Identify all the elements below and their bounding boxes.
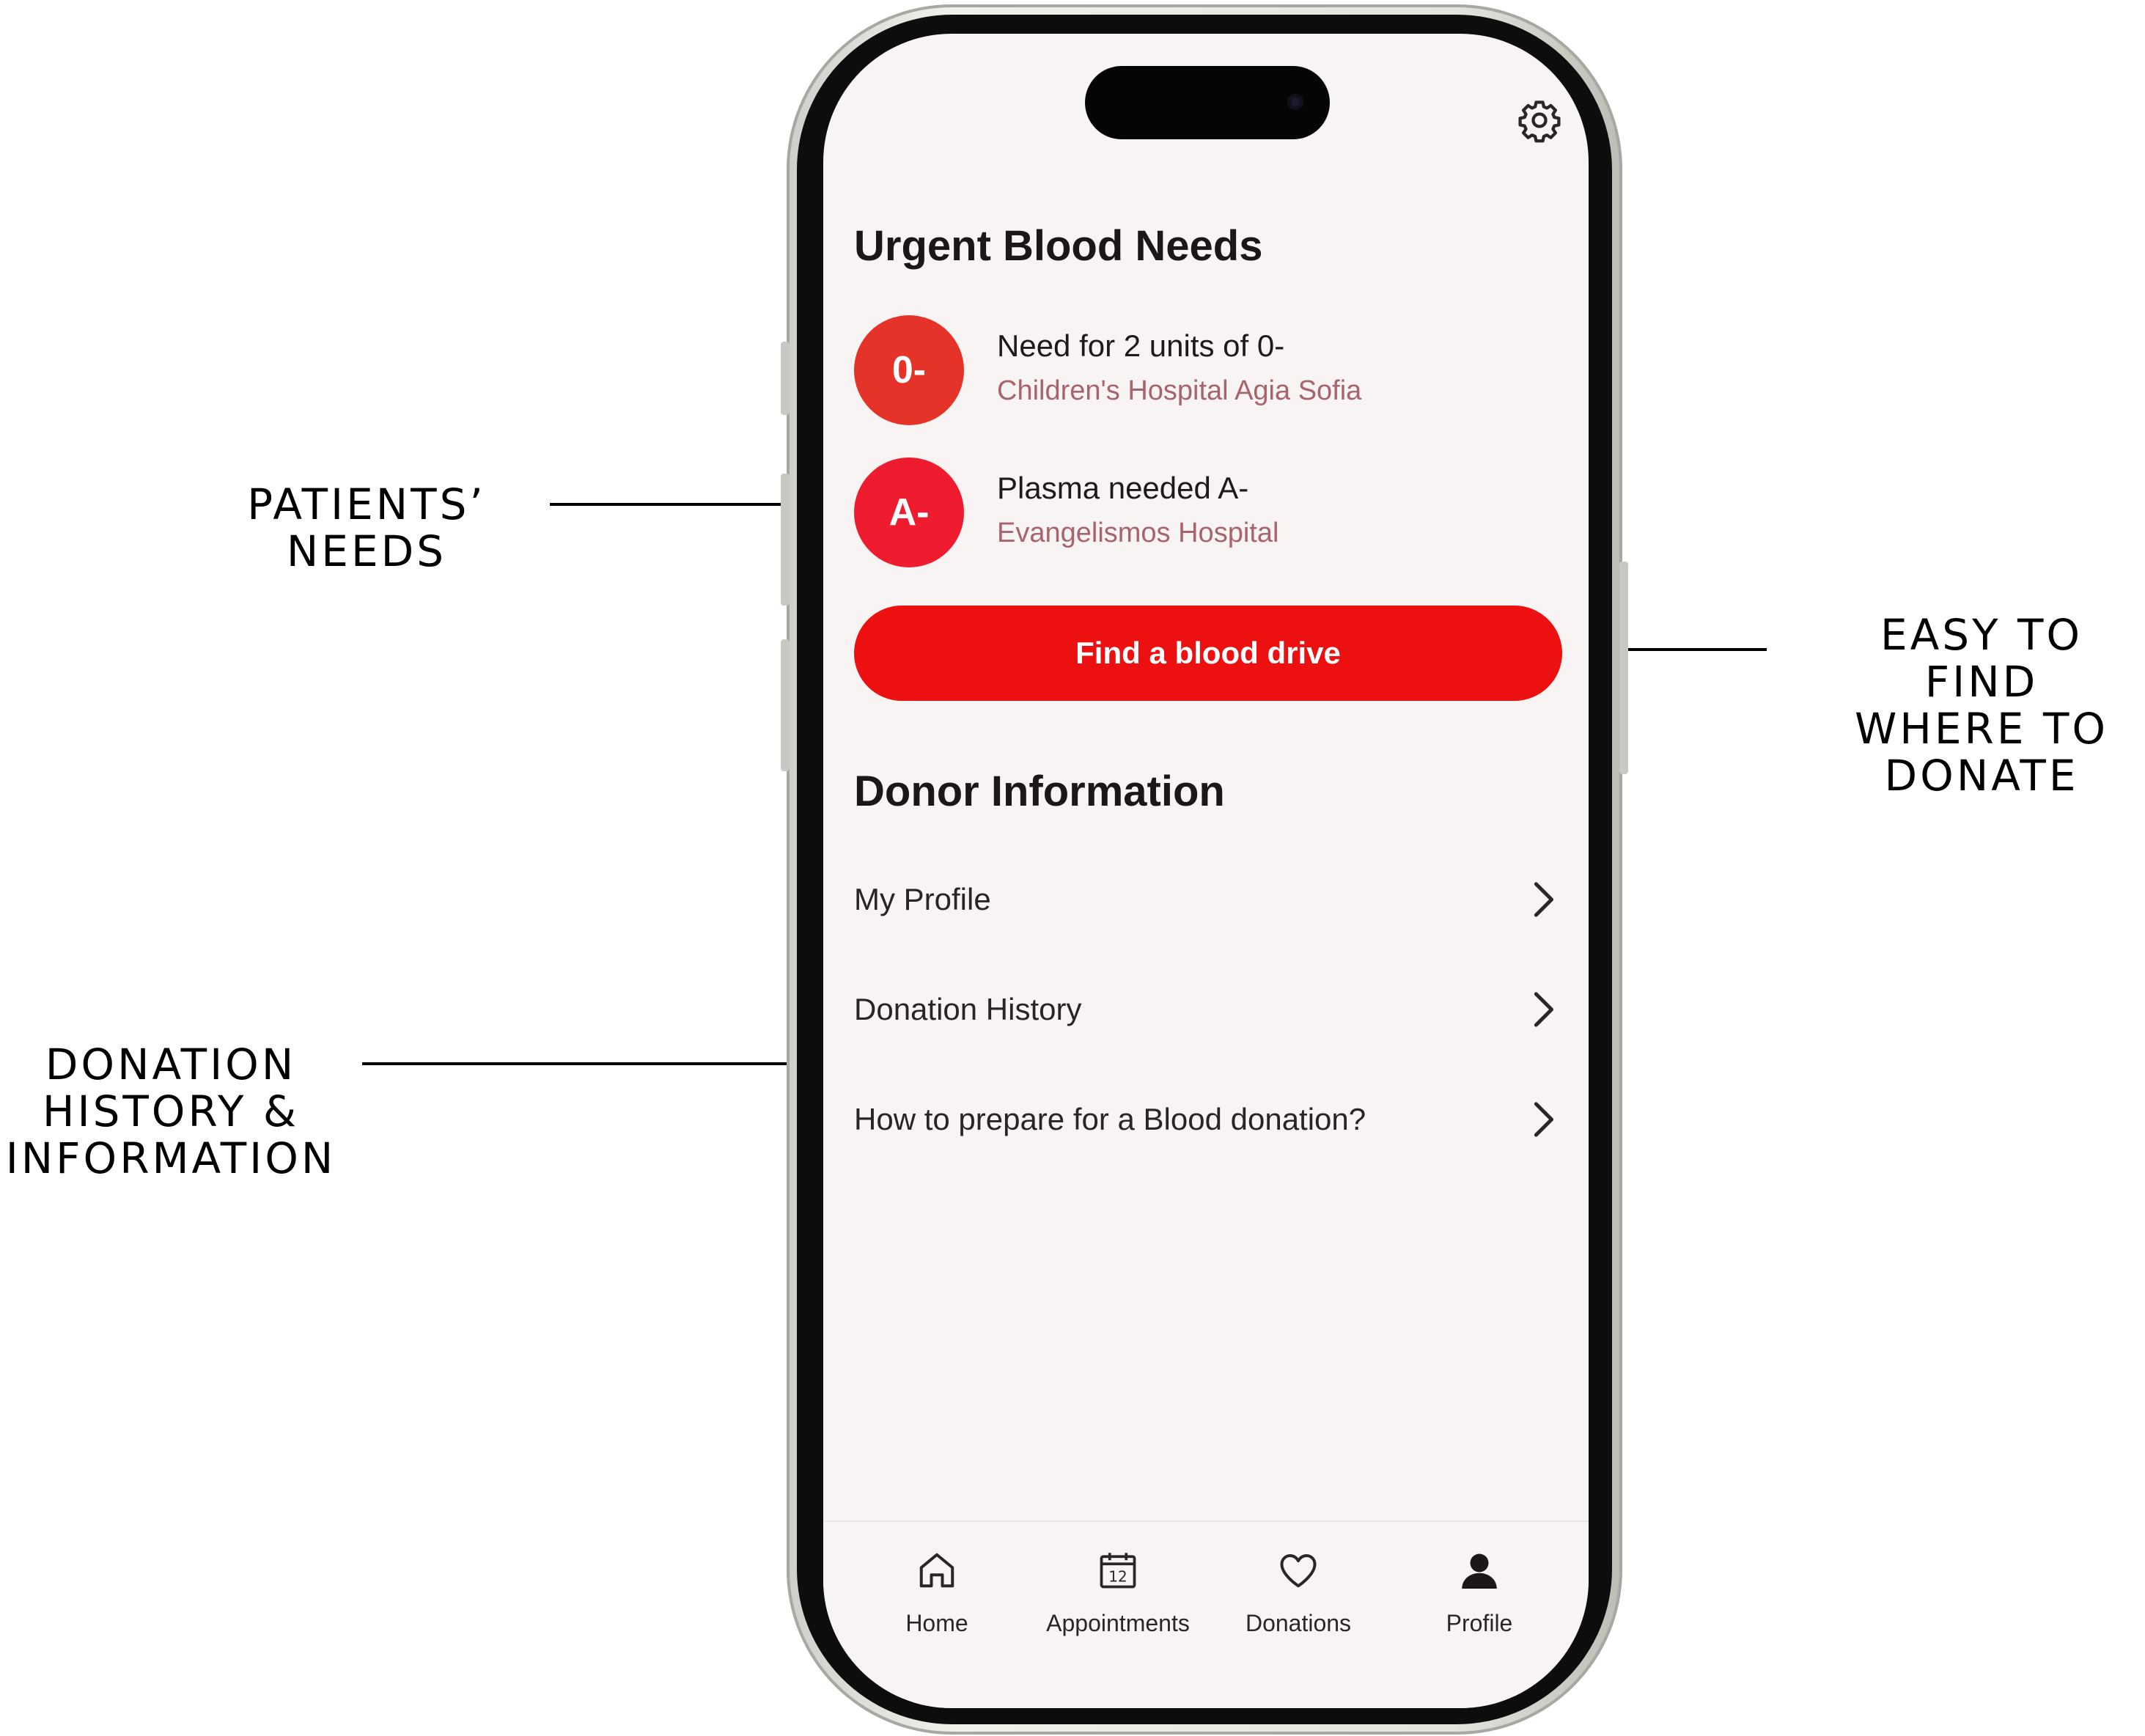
person-icon — [1462, 1553, 1497, 1589]
callout-easy-to-find: EASY TO FIND WHERE TO DONATE — [1818, 611, 2145, 799]
tab-label: Home — [905, 1610, 968, 1636]
callout-line-1: EASY TO FIND — [1880, 610, 2083, 707]
callout-donation-history: DONATION HISTORY & INFORMATION — [0, 1041, 342, 1182]
list-item-label: My Profile — [854, 882, 991, 916]
tab-bar: Home 12 Appointments Donations Profile — [823, 1520, 1589, 1708]
volume-up-button — [781, 474, 790, 606]
tab-home[interactable]: Home — [856, 1522, 1018, 1669]
callout-line-2: WHERE TO — [1854, 704, 2109, 754]
callout-line-2: HISTORY & — [42, 1086, 300, 1136]
blood-type-badge: 0- — [854, 315, 964, 425]
need-title: Plasma needed A- — [997, 471, 1249, 505]
callout-line-1: PATIENTS’ — [247, 479, 486, 529]
need-location: Evangelismos Hospital — [997, 518, 1279, 548]
chevron-right-icon — [1534, 882, 1554, 917]
callout-line-1: DONATION — [45, 1040, 297, 1089]
calendar-day: 12 — [1108, 1568, 1127, 1586]
list-item-prepare-donation[interactable]: How to prepare for a Blood donation? — [854, 1086, 1558, 1152]
need-title: Need for 2 units of 0- — [997, 328, 1285, 363]
tab-label: Donations — [1245, 1610, 1352, 1636]
action-button — [781, 342, 790, 415]
chevron-right-icon — [1534, 1102, 1554, 1137]
tab-appointments[interactable]: 12 Appointments — [1037, 1522, 1199, 1669]
blood-type-badge: A- — [854, 457, 964, 567]
tab-label: Profile — [1446, 1610, 1513, 1636]
list-item-donation-history[interactable]: Donation History — [854, 976, 1558, 1042]
chevron-right-icon — [1534, 992, 1554, 1027]
list-item-label: Donation History — [854, 992, 1082, 1026]
volume-down-button — [781, 639, 790, 771]
callout-patients-needs: PATIENTS’ NEEDS — [235, 481, 498, 575]
phone-frame: Urgent Blood Needs 0- Need for 2 units o… — [781, 4, 1628, 1735]
list-item-my-profile[interactable]: My Profile — [854, 867, 1558, 933]
list-item-label: How to prepare for a Blood donation? — [854, 1102, 1366, 1136]
gear-icon[interactable] — [1516, 97, 1563, 144]
callout-line-3: INFORMATION — [5, 1133, 336, 1183]
power-button — [1619, 562, 1628, 774]
callout-line-2: NEEDS — [286, 526, 447, 576]
need-item[interactable]: A- Plasma needed A- Evangelismos Hospita… — [854, 457, 1550, 567]
find-blood-drive-button[interactable]: Find a blood drive — [854, 606, 1562, 701]
app-screen: Urgent Blood Needs 0- Need for 2 units o… — [823, 34, 1589, 1708]
need-item[interactable]: 0- Need for 2 units of 0- Children's Hos… — [854, 315, 1550, 425]
dynamic-island — [1085, 66, 1330, 139]
tab-label: Appointments — [1046, 1610, 1190, 1636]
tab-donations[interactable]: Donations — [1218, 1522, 1379, 1669]
calendar-icon: 12 — [1100, 1553, 1136, 1589]
tab-profile[interactable]: Profile — [1399, 1522, 1560, 1669]
home-icon — [919, 1553, 954, 1588]
need-location: Children's Hospital Agia Sofia — [997, 375, 1362, 406]
donor-information-title: Donor Information — [854, 768, 1225, 815]
urgent-needs-title: Urgent Blood Needs — [854, 222, 1263, 270]
camera-icon — [1287, 94, 1303, 110]
heart-icon — [1280, 1554, 1317, 1588]
callout-line-3: DONATE — [1884, 751, 2079, 801]
